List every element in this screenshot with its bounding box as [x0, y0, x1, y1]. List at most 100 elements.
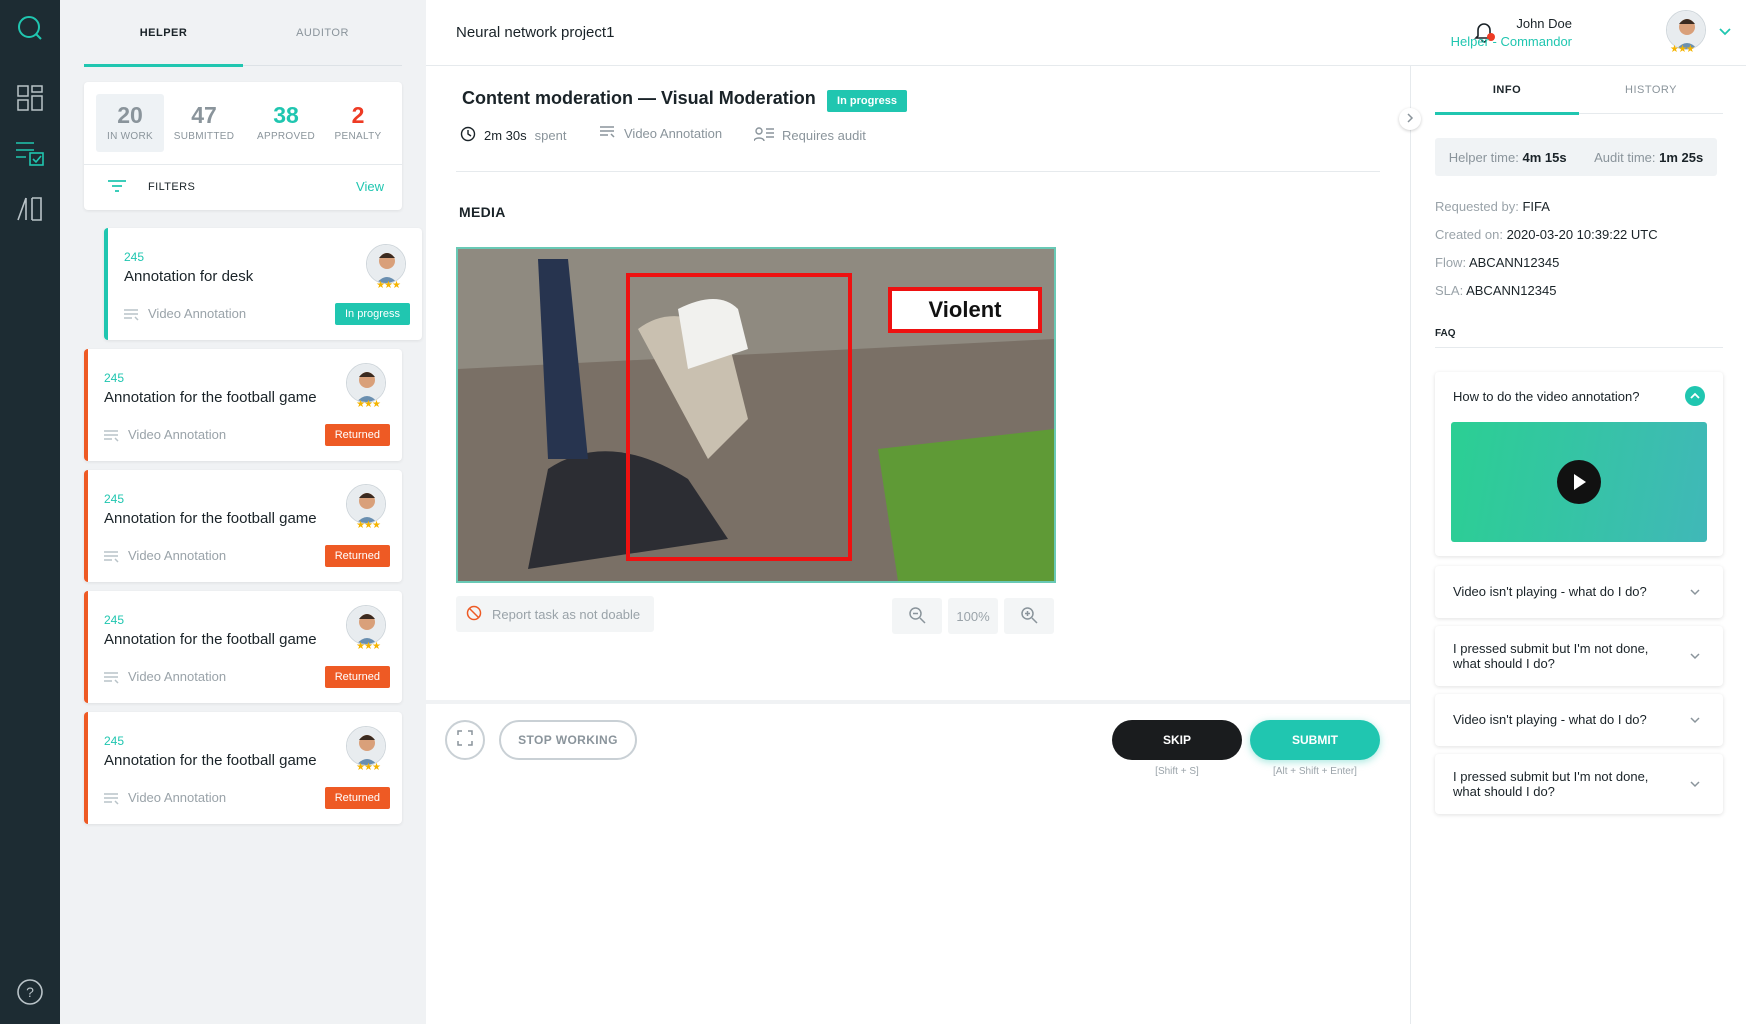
tab-helper[interactable]: HELPER: [84, 0, 243, 67]
chevron-down-icon[interactable]: [1718, 24, 1732, 42]
audit-time: Audit time: 1m 25s: [1594, 150, 1703, 165]
faq-video-player[interactable]: [1451, 422, 1707, 542]
sla: SLA: ABCANN12345: [1435, 283, 1556, 298]
svg-text:?: ?: [26, 984, 34, 1000]
block-icon: [466, 605, 482, 624]
avatar: [366, 244, 406, 284]
clock-icon: [460, 126, 476, 145]
status-badge: Returned: [324, 666, 390, 688]
zoom-in-button[interactable]: [1004, 598, 1054, 634]
info-tabs: INFO HISTORY: [1435, 66, 1723, 115]
info-panel: INFO HISTORY Helper time: 4m 15s Audit t…: [1410, 66, 1746, 1024]
detail-value: ABCANN12345: [1468, 255, 1560, 270]
fullscreen-button[interactable]: [445, 720, 485, 760]
status-badge: Returned: [324, 787, 390, 809]
dashboard-grid-icon[interactable]: [14, 82, 46, 114]
list-icon: [600, 126, 616, 141]
stop-working-button[interactable]: STOP WORKING: [499, 720, 637, 760]
status-badge: In progress: [334, 303, 410, 325]
avatar: [346, 726, 386, 766]
annotation-label: Violent: [929, 297, 1003, 322]
stat-value: 20: [117, 102, 143, 128]
faq-question: I pressed submit but I'm not done, what …: [1453, 641, 1649, 671]
requested-by: Requested by: FIFA: [1435, 199, 1550, 214]
helper-time: Helper time: 4m 15s: [1449, 150, 1567, 165]
task-type-meta: Video Annotation: [600, 126, 722, 141]
zoom-in-icon: [1020, 606, 1038, 627]
faq-question: I pressed submit but I'm not done, what …: [1453, 769, 1649, 799]
task-id: 245: [124, 250, 145, 264]
tasks-checklist-icon[interactable]: [14, 137, 46, 169]
audit-time-label: Audit time:: [1594, 149, 1656, 165]
report-not-doable-button[interactable]: Report task as not doable: [456, 596, 654, 632]
zoom-out-button[interactable]: [892, 598, 942, 634]
stat-label: IN WORK: [107, 131, 153, 142]
user-rating-stars: ★★★: [1670, 44, 1695, 55]
submit-button[interactable]: SUBMIT: [1250, 720, 1380, 760]
task-id: 245: [104, 613, 125, 627]
avatar: [346, 605, 386, 645]
task-card[interactable]: 245 Annotation for the football game Vid…: [84, 591, 402, 703]
faq-question: Video isn't playing - what do I do?: [1453, 584, 1647, 599]
audit-meta: Requires audit: [753, 126, 866, 145]
library-icon[interactable]: [14, 192, 46, 224]
time-spent-suffix: spent: [534, 128, 567, 143]
faq-question: Video isn't playing - what do I do?: [1453, 712, 1647, 727]
collapse-panel-button[interactable]: [1399, 108, 1421, 130]
status-badge: Returned: [324, 424, 390, 446]
task-title: Annotation for the football game: [104, 631, 317, 648]
task-title: Annotation for the football game: [104, 752, 317, 769]
detail-label: Created on:: [1435, 227, 1503, 242]
skip-button[interactable]: SKIP: [1112, 720, 1242, 760]
list-icon: [104, 429, 120, 447]
avatar: [346, 484, 386, 524]
task-id: 245: [104, 371, 125, 385]
stat-approved[interactable]: 38 APPROVED: [252, 94, 320, 152]
task-card[interactable]: 245 Annotation for the football game Vid…: [84, 712, 402, 824]
stat-value: 2: [351, 102, 365, 128]
faq-question: How to do the video annotation?: [1453, 389, 1640, 404]
help-icon[interactable]: ?: [14, 976, 46, 1008]
chevron-down-icon[interactable]: [1685, 582, 1705, 602]
faq-item[interactable]: I pressed submit but I'm not done, what …: [1435, 626, 1723, 686]
task-type: Video Annotation: [148, 306, 247, 321]
task-card[interactable]: 245 Annotation for the football game Vid…: [84, 349, 402, 461]
faq-item-expanded[interactable]: How to do the video annotation?: [1435, 372, 1723, 556]
helper-time-label: Helper time:: [1448, 149, 1519, 165]
user-role: Helper - Commandor: [1450, 34, 1572, 49]
media-image[interactable]: Violent: [456, 247, 1056, 583]
faq-item[interactable]: Video isn't playing - what do I do?: [1435, 694, 1723, 746]
zoom-level: 100%: [948, 598, 998, 634]
play-icon[interactable]: [1557, 460, 1601, 504]
stat-value: 47: [191, 102, 217, 128]
zoom-out-icon: [908, 606, 926, 627]
task-card[interactable]: 245 Annotation for the football game Vid…: [84, 470, 402, 582]
stat-label: APPROVED: [257, 131, 315, 142]
stat-in-work[interactable]: 20 IN WORK: [96, 94, 164, 152]
chevron-up-icon[interactable]: [1685, 386, 1705, 406]
filter-icon[interactable]: [108, 179, 126, 198]
status-badge: Returned: [324, 545, 390, 567]
tab-auditor[interactable]: AUDITOR: [243, 0, 402, 66]
media-heading: MEDIA: [459, 204, 506, 220]
chat-logo-icon[interactable]: [14, 12, 46, 44]
faq-item[interactable]: I pressed submit but I'm not done, what …: [1435, 754, 1723, 814]
stat-submitted[interactable]: 47 SUBMITTED: [170, 94, 238, 152]
task-card[interactable]: 245 Annotation for desk Video Annotation…: [104, 228, 422, 340]
skip-shortcut: [Shift + S]: [1155, 766, 1199, 777]
chevron-down-icon[interactable]: [1685, 646, 1705, 666]
chevron-down-icon[interactable]: [1685, 710, 1705, 730]
task-type: Video Annotation: [128, 790, 227, 805]
filters-view-link[interactable]: View: [356, 179, 384, 194]
chevron-down-icon[interactable]: [1685, 774, 1705, 794]
rating-stars: ★★★: [356, 399, 381, 410]
chevron-right-icon: [1406, 110, 1414, 128]
task-title: Annotation for desk: [124, 268, 254, 285]
faq-item[interactable]: Video isn't playing - what do I do?: [1435, 566, 1723, 618]
list-icon: [104, 792, 120, 810]
tab-history[interactable]: HISTORY: [1579, 66, 1723, 114]
stat-penalty[interactable]: 2 PENALTY: [324, 94, 392, 152]
tab-info[interactable]: INFO: [1435, 66, 1579, 115]
detail-value: ABCANN12345: [1466, 283, 1557, 298]
task-title-heading: Content moderation — Visual Moderation: [462, 88, 816, 108]
